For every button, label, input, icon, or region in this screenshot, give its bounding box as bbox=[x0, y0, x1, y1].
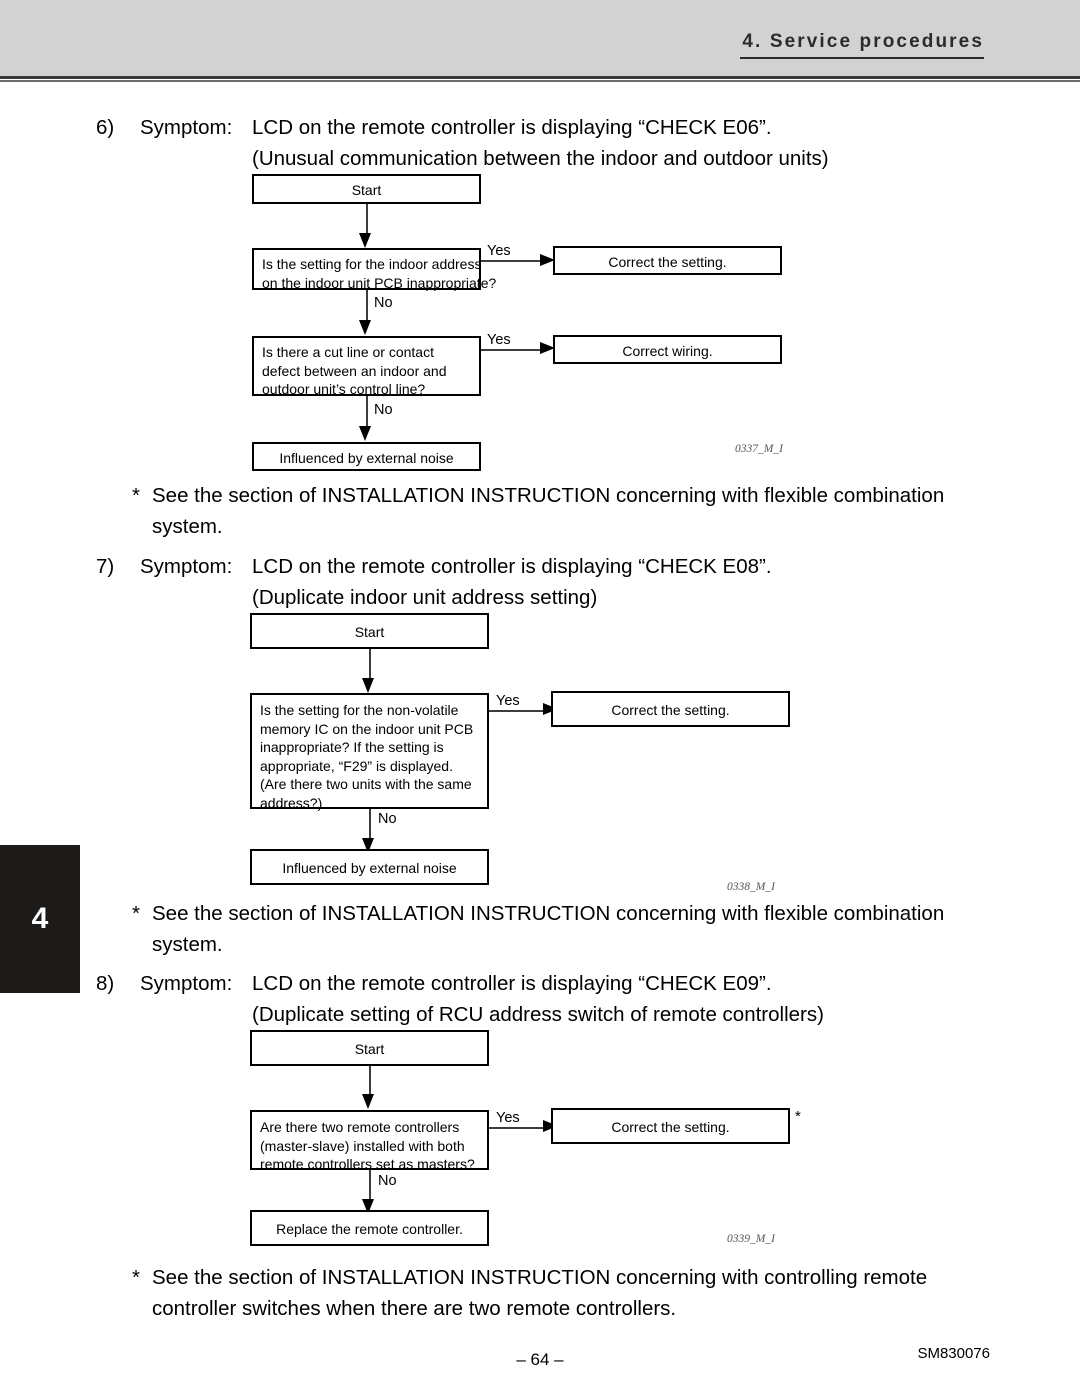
symptom-line2-6: (Unusual communication between the indoo… bbox=[252, 147, 829, 170]
page-title-underline bbox=[740, 57, 984, 59]
section-tab: 4 bbox=[0, 845, 80, 993]
flowchart1-arrow-d1-to-d2 bbox=[359, 320, 371, 335]
note-1-text: See the section of INSTALLATION INSTRUCT… bbox=[152, 480, 1052, 542]
flowchart1-yes1-line bbox=[481, 260, 543, 262]
symptom-label-7: Symptom: bbox=[140, 555, 233, 578]
flowchart1-start-text: Start bbox=[351, 182, 382, 198]
flowchart1-decision2-box: Is there a cut line or contact defect be… bbox=[252, 336, 481, 397]
flowchart3-figure-id: 0339_M_I bbox=[727, 1233, 775, 1245]
symptom-number-8: 8) bbox=[96, 972, 115, 995]
flowchart2-result1-text: Correct the setting. bbox=[611, 702, 730, 718]
flowchart3-connector-d1-to-end bbox=[369, 1170, 371, 1202]
symptom-label-6: Symptom: bbox=[140, 116, 233, 139]
note-2-line2: system. bbox=[152, 933, 223, 956]
note-3-text: See the section of INSTALLATION INSTRUCT… bbox=[152, 1262, 1052, 1324]
flowchart2-terminal-text: Influenced by external noise bbox=[282, 860, 457, 876]
flowchart3-connector-start-to-d1 bbox=[369, 1066, 371, 1097]
flowchart3-yes1-line bbox=[489, 1127, 546, 1129]
symptom-line1-6: LCD on the remote controller is displayi… bbox=[252, 116, 772, 139]
flowchart1-connector-d1-to-d2 bbox=[366, 290, 368, 322]
flowchart1-result1-text: Correct the setting. bbox=[608, 254, 727, 270]
flowchart1-arrow-d2-to-end bbox=[359, 426, 371, 441]
note-3-marker: * bbox=[132, 1266, 140, 1289]
flowchart3-no1-label: No bbox=[378, 1173, 397, 1189]
flowchart1-terminal-box: Influenced by external noise bbox=[252, 442, 481, 471]
flowchart3-terminal-text: Replace the remote controller. bbox=[276, 1221, 463, 1237]
flowchart3-start-box: Start bbox=[250, 1030, 489, 1066]
note-1-line1: See the section of INSTALLATION INSTRUCT… bbox=[152, 484, 945, 507]
flowchart1-connector-d2-to-end bbox=[366, 396, 368, 428]
flowchart2-no1-label: No bbox=[378, 811, 397, 827]
document-code: SM830076 bbox=[917, 1345, 990, 1362]
flowchart2-decision1-box: Is the setting for the non-volatile memo… bbox=[250, 693, 489, 811]
symptom-line1-7: LCD on the remote controller is displayi… bbox=[252, 555, 772, 578]
page-title: 4. Service procedures bbox=[742, 31, 984, 52]
note-1-line2: system. bbox=[152, 515, 223, 538]
flowchart3-result1-asterisk: * bbox=[795, 1108, 801, 1125]
flowchart1-result2-box: Correct wiring. bbox=[553, 335, 782, 364]
flowchart1-decision1-box: Is the setting for the indoor address on… bbox=[252, 248, 497, 291]
symptom-label-8: Symptom: bbox=[140, 972, 233, 995]
flowchart3-result1-box: Correct the setting. bbox=[551, 1108, 790, 1144]
flowchart1-result1-box: Correct the setting. bbox=[553, 246, 782, 275]
flowchart1-result2-text: Correct wiring. bbox=[622, 343, 713, 359]
flowchart1-terminal-text: Influenced by external noise bbox=[279, 450, 454, 466]
flowchart3-yes1-label: Yes bbox=[496, 1110, 520, 1126]
flowchart1-yes1-label: Yes bbox=[487, 243, 511, 259]
flowchart1-decision2-text: Is there a cut line or contact defect be… bbox=[262, 344, 447, 397]
flowchart2-connector-d1-to-end bbox=[369, 809, 371, 841]
note-1-marker: * bbox=[132, 484, 140, 507]
header-rule-bottom bbox=[0, 80, 1080, 82]
flowchart3-decision1-text: Are there two remote controllers (master… bbox=[260, 1119, 475, 1172]
flowchart2-yes1-line bbox=[489, 710, 546, 712]
flowchart2-start-text: Start bbox=[354, 624, 385, 640]
symptom-line2-7: (Duplicate indoor unit address setting) bbox=[252, 586, 598, 609]
flowchart1-connector-start-to-d1 bbox=[366, 204, 368, 235]
symptom-number-7: 7) bbox=[96, 555, 115, 578]
flowchart1-arrow-start-to-d1 bbox=[359, 233, 371, 248]
symptom-number-6: 6) bbox=[96, 116, 115, 139]
flowchart1-figure-id: 0337_M_I bbox=[735, 443, 783, 455]
section-tab-number: 4 bbox=[31, 902, 49, 935]
note-2-text: See the section of INSTALLATION INSTRUCT… bbox=[152, 898, 1052, 960]
note-3-line2: controller switches when there are two r… bbox=[152, 1297, 677, 1320]
header-rule-top bbox=[0, 76, 1080, 79]
flowchart2-arrow-start-to-d1 bbox=[362, 678, 374, 693]
note-2-marker: * bbox=[132, 902, 140, 925]
flowchart3-result1-text: Correct the setting. bbox=[611, 1119, 730, 1135]
flowchart2-result1-box: Correct the setting. bbox=[551, 691, 790, 727]
flowchart3-start-text: Start bbox=[354, 1041, 385, 1057]
flowchart3-decision1-box: Are there two remote controllers (master… bbox=[250, 1110, 489, 1172]
note-3-line1: See the section of INSTALLATION INSTRUCT… bbox=[152, 1266, 928, 1289]
flowchart1-no2-label: No bbox=[374, 402, 393, 418]
flowchart2-connector-start-to-d1 bbox=[369, 649, 371, 681]
flowchart3-arrow-start-to-d1 bbox=[362, 1094, 374, 1109]
flowchart2-yes1-label: Yes bbox=[496, 693, 520, 709]
symptom-line1-8: LCD on the remote controller is displayi… bbox=[252, 972, 772, 995]
symptom-line2-8: (Duplicate setting of RCU address switch… bbox=[252, 1003, 824, 1026]
flowchart3-terminal-box: Replace the remote controller. bbox=[250, 1210, 489, 1246]
flowchart1-yes2-line bbox=[481, 349, 543, 351]
flowchart1-start-box: Start bbox=[252, 174, 481, 204]
flowchart2-decision1-text: Is the setting for the non-volatile memo… bbox=[260, 702, 474, 811]
flowchart1-yes2-label: Yes bbox=[487, 332, 511, 348]
flowchart1-no1-label: No bbox=[374, 295, 393, 311]
flowchart2-figure-id: 0338_M_I bbox=[727, 881, 775, 893]
flowchart1-decision1-text: Is the setting for the indoor address on… bbox=[262, 256, 497, 291]
flowchart2-start-box: Start bbox=[250, 613, 489, 649]
note-2-line1: See the section of INSTALLATION INSTRUCT… bbox=[152, 902, 945, 925]
flowchart2-terminal-box: Influenced by external noise bbox=[250, 849, 489, 885]
